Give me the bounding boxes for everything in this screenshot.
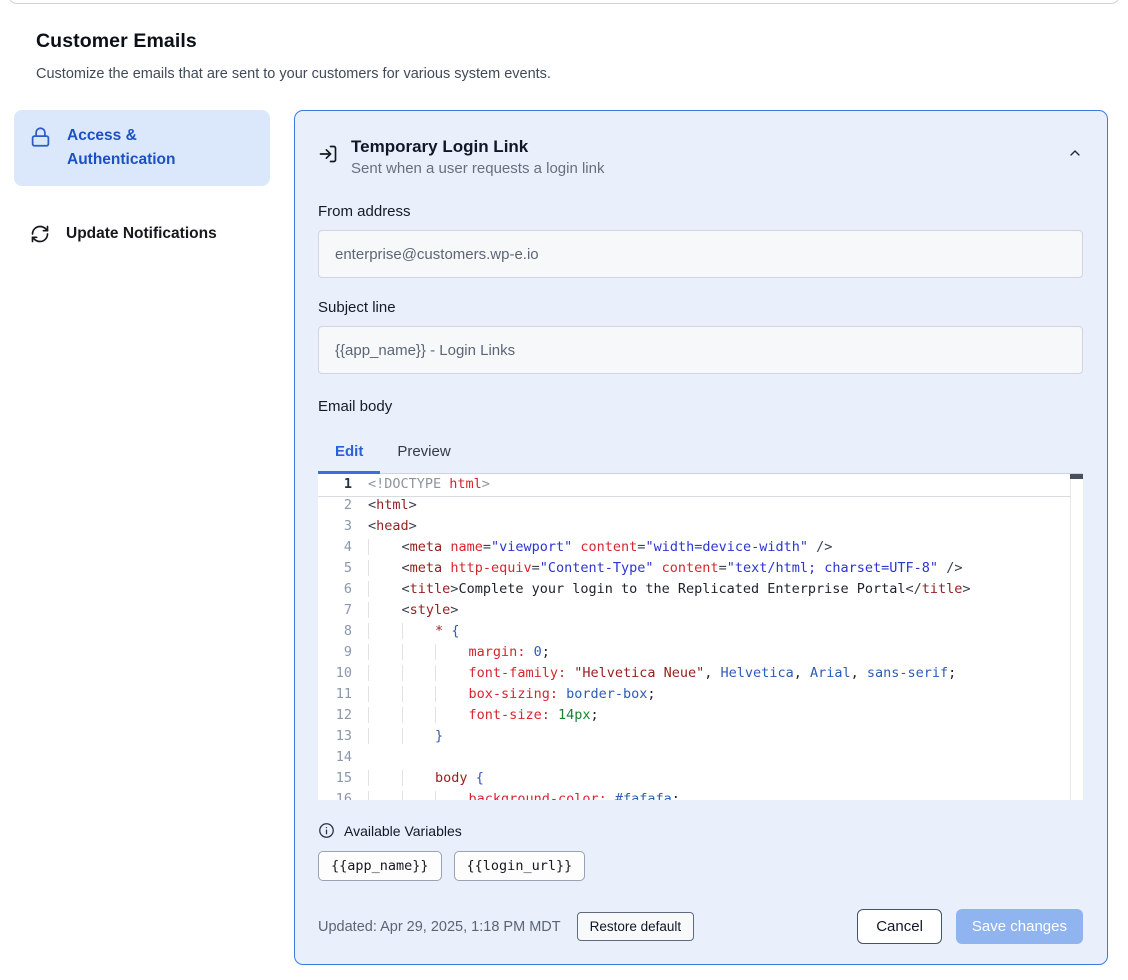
sidebar-item-update-notifications[interactable]: Update Notifications — [14, 208, 270, 260]
editor-scrollbar-thumb[interactable] — [1070, 474, 1083, 479]
panel-header: Temporary Login Link Sent when a user re… — [318, 137, 1083, 177]
code-line[interactable]: 3<head> — [318, 516, 1083, 537]
code-line[interactable]: 11 box-sizing: border-box; — [318, 684, 1083, 705]
cancel-button[interactable]: Cancel — [857, 909, 942, 944]
code-line[interactable]: 14 — [318, 747, 1083, 768]
sidebar: Access & Authentication Update Notificat… — [14, 110, 270, 260]
refresh-icon — [30, 224, 50, 244]
code-line[interactable]: 10 font-family: "Helvetica Neue", Helvet… — [318, 663, 1083, 684]
chevron-up-icon — [1067, 145, 1083, 161]
active-line-divider — [318, 496, 1083, 497]
tab-preview[interactable]: Preview — [380, 433, 467, 474]
variable-chip-app-name[interactable]: {{app_name}} — [318, 851, 442, 881]
page-subtitle: Customize the emails that are sent to yo… — [36, 66, 1092, 82]
updated-timestamp: Updated: Apr 29, 2025, 1:18 PM MDT — [318, 919, 561, 935]
email-body-label: Email body — [318, 398, 1083, 415]
editor-tabs: Edit Preview — [318, 433, 1083, 474]
code-line[interactable]: 5 <meta http-equiv="Content-Type" conten… — [318, 558, 1083, 579]
lock-icon — [30, 126, 51, 148]
code-line[interactable]: 15 body { — [318, 768, 1083, 789]
code-line[interactable]: 1<!DOCTYPE html> — [318, 474, 1083, 495]
from-address-field-group: From address — [318, 203, 1083, 278]
main-layout: Access & Authentication Update Notificat… — [0, 82, 1128, 965]
code-line[interactable]: 12 font-size: 14px; — [318, 705, 1083, 726]
variable-chip-login-url[interactable]: {{login_url}} — [454, 851, 586, 881]
panel-title: Temporary Login Link — [351, 137, 604, 157]
variable-chips: {{app_name}} {{login_url}} — [318, 851, 1083, 881]
panel-subtitle: Sent when a user requests a login link — [351, 160, 604, 177]
log-in-icon — [318, 144, 338, 164]
email-body-group: Email body Edit Preview 1<!DOCTYPE html>… — [318, 398, 1083, 800]
sidebar-item-label: Update Notifications — [66, 222, 217, 246]
info-icon — [318, 822, 335, 839]
email-settings-panel: Temporary Login Link Sent when a user re… — [294, 110, 1108, 965]
subject-line-input[interactable] — [318, 326, 1083, 374]
available-variables-label: Available Variables — [344, 823, 462, 839]
previous-card-bottom-edge — [8, 0, 1120, 4]
subject-line-label: Subject line — [318, 299, 1083, 316]
sidebar-item-access-authentication[interactable]: Access & Authentication — [14, 110, 270, 186]
collapse-button[interactable] — [1067, 145, 1083, 161]
code-line[interactable]: 16 background-color: #fafafa; — [318, 789, 1083, 800]
subject-field-group: Subject line — [318, 299, 1083, 374]
available-variables-header: Available Variables — [318, 822, 1083, 839]
panel-header-text: Temporary Login Link Sent when a user re… — [351, 137, 604, 177]
editor-scrollbar[interactable] — [1070, 474, 1083, 800]
page-title: Customer Emails — [36, 30, 1092, 53]
from-address-label: From address — [318, 203, 1083, 220]
tab-edit[interactable]: Edit — [318, 433, 380, 474]
restore-default-button[interactable]: Restore default — [577, 912, 695, 941]
code-line[interactable]: 13 } — [318, 726, 1083, 747]
code-line[interactable]: 4 <meta name="viewport" content="width=d… — [318, 537, 1083, 558]
page-header: Customer Emails Customize the emails tha… — [0, 0, 1128, 82]
code-line[interactable]: 6 <title>Complete your login to the Repl… — [318, 579, 1083, 600]
save-changes-button[interactable]: Save changes — [956, 909, 1083, 944]
code-line[interactable]: 7 <style> — [318, 600, 1083, 621]
code-line[interactable]: 8 * { — [318, 621, 1083, 642]
sidebar-item-label: Access & Authentication — [67, 124, 217, 172]
from-address-input[interactable] — [318, 230, 1083, 278]
code-line[interactable]: 9 margin: 0; — [318, 642, 1083, 663]
panel-footer: Updated: Apr 29, 2025, 1:18 PM MDT Resto… — [318, 909, 1083, 944]
code-line[interactable]: 2<html> — [318, 495, 1083, 516]
code-editor[interactable]: 1<!DOCTYPE html>2<html>3<head>4 <meta na… — [318, 474, 1083, 800]
code-editor-lines: 1<!DOCTYPE html>2<html>3<head>4 <meta na… — [318, 474, 1083, 800]
